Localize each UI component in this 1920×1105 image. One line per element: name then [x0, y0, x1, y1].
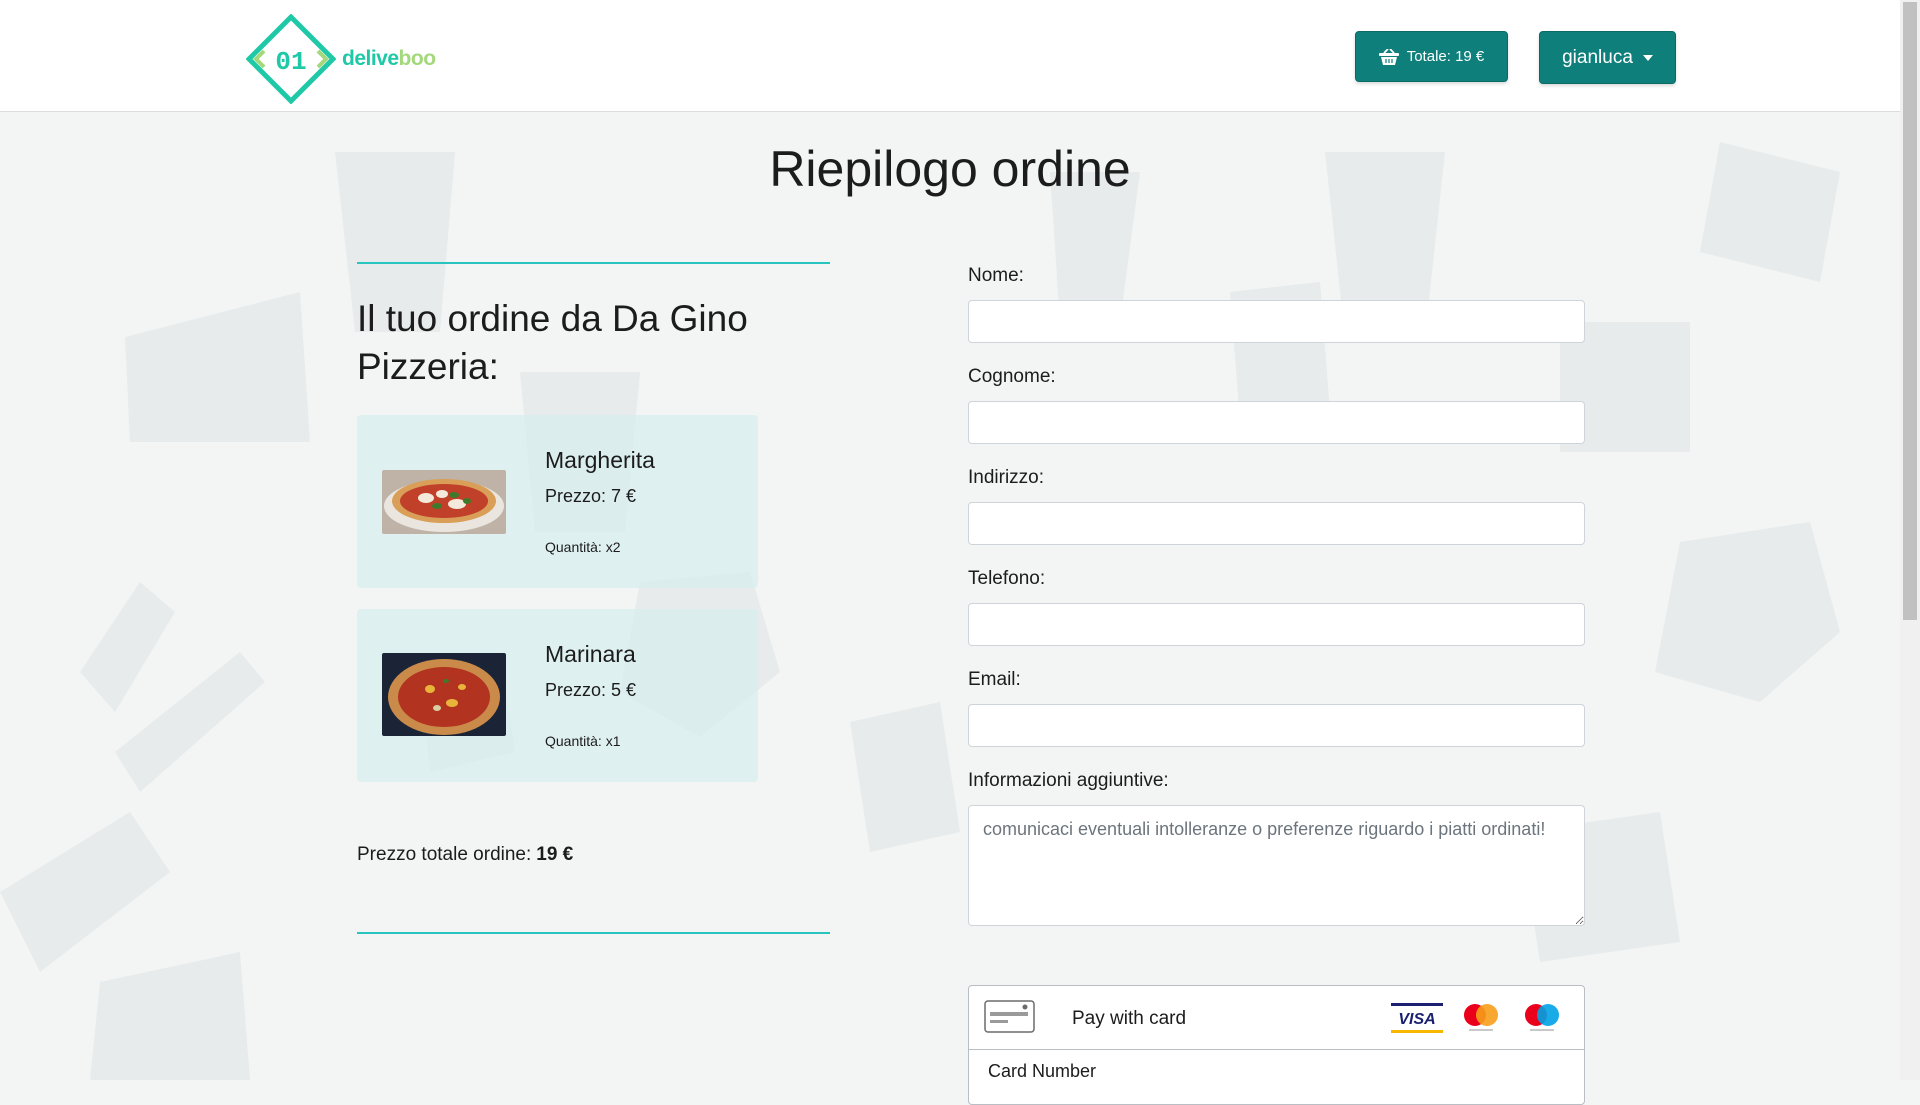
order-total-value: 19 €: [536, 844, 574, 865]
indirizzo-label: Indirizzo:: [968, 467, 1045, 488]
item-name: Margherita: [545, 447, 655, 473]
mastercard-icon: [1464, 1004, 1498, 1031]
order-total-label: Prezzo totale ordine:: [357, 844, 532, 865]
deliveboo-logo[interactable]: 01 deliveboo: [246, 14, 446, 104]
item-price: Prezzo: 7 €: [545, 486, 637, 506]
divider-bottom: [357, 932, 830, 934]
credit-card-icon: [984, 1000, 1035, 1033]
logo-diamond-icon: 01: [246, 14, 336, 104]
logo-text: deliveboo: [342, 47, 436, 71]
payment-title: Pay with card: [1072, 1008, 1187, 1029]
basket-icon: [1378, 48, 1399, 65]
email-label: Email:: [968, 669, 1021, 690]
page-scrollbar[interactable]: [1900, 0, 1920, 1080]
navbar: 01 deliveboo Totale: 19 € gianluca: [0, 0, 1900, 112]
telefono-field[interactable]: [968, 603, 1585, 646]
svg-text:VISA: VISA: [1398, 1011, 1435, 1028]
caret-down-icon: [1642, 54, 1653, 61]
nome-label: Nome:: [968, 265, 1024, 286]
info-textarea[interactable]: [968, 805, 1585, 926]
telefono-label: Telefono:: [968, 568, 1046, 589]
order-item-card[interactable]: Marinara Prezzo: 5 € Quantità: x1: [357, 609, 758, 782]
pizza-marinara-image: [382, 653, 506, 736]
card-number-label: Card Number: [988, 1061, 1097, 1081]
maestro-icon: [1525, 1004, 1559, 1031]
main-content: Riepilogo ordine Il tuo ordine da Da Gin…: [0, 112, 1900, 1105]
item-name: Marinara: [545, 641, 636, 667]
cart-total-label: Totale: 19 €: [1406, 48, 1485, 65]
logo-text-part2: boo: [398, 47, 436, 70]
page-title: Riepilogo ordine: [769, 141, 1131, 197]
item-quantity: Quantità: x1: [545, 733, 621, 749]
payment-card-panel[interactable]: Pay with card VISA Card Number: [968, 985, 1585, 1105]
indirizzo-field[interactable]: [968, 502, 1585, 545]
pizza-margherita-image: [382, 470, 506, 534]
info-label: Informazioni aggiuntive:: [968, 770, 1169, 791]
user-menu-button[interactable]: gianluca: [1539, 31, 1676, 84]
scrollbar-thumb[interactable]: [1903, 2, 1917, 620]
order-total: Prezzo totale ordine: 19 €: [357, 844, 573, 866]
cognome-label: Cognome:: [968, 366, 1056, 387]
user-name: gianluca: [1562, 46, 1633, 68]
logo-text-part1: delive: [342, 47, 399, 70]
logo-mark-text: 01: [275, 47, 306, 77]
payment-header[interactable]: Pay with card VISA: [969, 986, 1584, 1050]
email-field[interactable]: [968, 704, 1585, 747]
visa-icon: VISA: [1391, 1002, 1443, 1034]
order-item-card[interactable]: Margherita Prezzo: 7 € Quantità: x2: [357, 415, 758, 588]
item-price: Prezzo: 5 €: [545, 680, 637, 700]
cart-total-button[interactable]: Totale: 19 €: [1355, 31, 1508, 82]
cognome-field[interactable]: [968, 401, 1585, 444]
nome-field[interactable]: [968, 300, 1585, 343]
item-quantity: Quantità: x2: [545, 539, 621, 555]
order-heading: Il tuo ordine da Da Gino Pizzeria:: [357, 298, 748, 388]
divider-top: [357, 262, 830, 264]
